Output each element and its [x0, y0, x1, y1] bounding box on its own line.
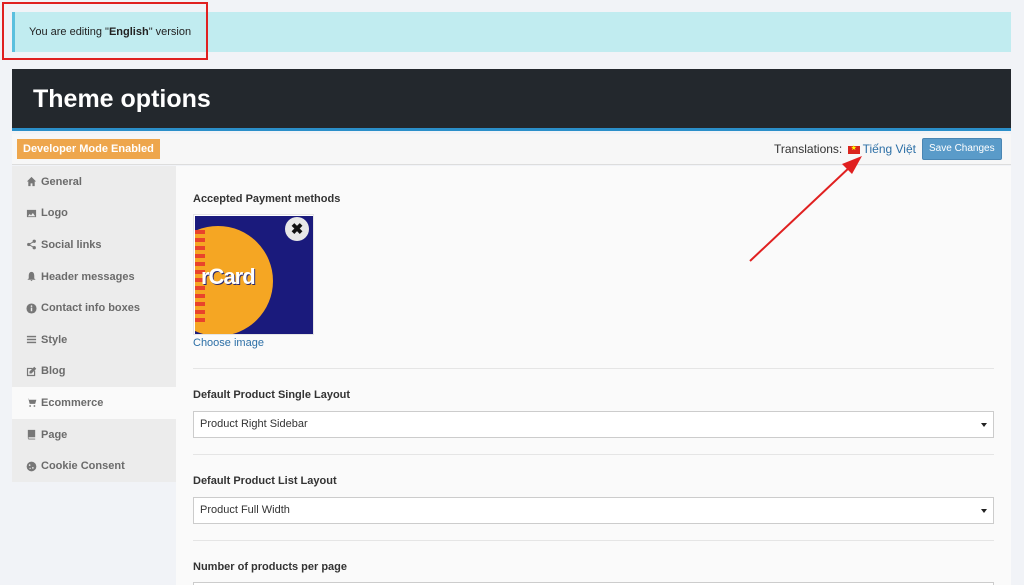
chevron-down-icon — [981, 423, 987, 427]
sidebar-item-label: Logo — [41, 207, 68, 220]
single-layout-label: Default Product Single Layout — [193, 389, 351, 401]
options-toolbar: Developer Mode Enabled Translations: Tiế… — [12, 134, 1011, 165]
single-layout-value: Product Right Sidebar — [200, 418, 308, 430]
products-per-page-label: Number of products per page — [193, 561, 348, 573]
choose-image-link[interactable]: Choose image — [193, 337, 264, 349]
sidebar-item-contact-info-boxes[interactable]: Contact info boxes — [12, 292, 176, 324]
sidebar-item-ecommerce[interactable]: Ecommerce — [12, 387, 176, 419]
sidebar-item-style[interactable]: Style — [12, 324, 176, 356]
sidebar-item-label: Ecommerce — [41, 396, 104, 409]
page-title: Theme options — [33, 85, 211, 113]
sidebar-item-blog[interactable]: Blog — [12, 356, 176, 388]
sidebar-item-label: Blog — [41, 365, 66, 378]
annotation-highlight-box — [2, 2, 208, 60]
payment-methods-label: Accepted Payment methods — [193, 193, 341, 205]
home-icon — [25, 176, 37, 188]
list-layout-select[interactable]: Product Full Width — [193, 497, 994, 524]
remove-image-button[interactable]: ✖ — [285, 217, 309, 241]
sidebar-item-label: Style — [41, 333, 68, 346]
sidebar-item-label: Cookie Consent — [41, 460, 125, 473]
translations: Translations: Tiếng Việt — [774, 142, 916, 156]
divider — [193, 368, 994, 369]
sidebar-item-label: Header messages — [41, 270, 135, 283]
cart-icon — [25, 397, 37, 409]
info-icon — [25, 302, 37, 314]
sidebar-item-logo[interactable]: Logo — [12, 198, 176, 230]
divider — [193, 540, 994, 541]
edit-icon — [25, 365, 37, 377]
translations-label: Translations: — [774, 142, 843, 156]
sidebar-item-cookie-consent[interactable]: Cookie Consent — [12, 450, 176, 482]
sidebar-item-label: Social links — [41, 238, 102, 251]
card-text: rCard — [201, 264, 256, 289]
cookie-icon — [25, 460, 37, 472]
save-changes-button[interactable]: Save Changes — [922, 138, 1002, 160]
sidebar-item-label: Contact info boxes — [41, 302, 141, 315]
translation-link-vietnamese[interactable]: Tiếng Việt — [863, 142, 916, 156]
sidebar-item-label: Page — [41, 428, 68, 441]
image-icon — [25, 207, 37, 219]
options-sidebar: General Logo Social links Header message… — [12, 166, 176, 482]
bars-icon — [25, 334, 37, 346]
sidebar-item-general[interactable]: General — [12, 166, 176, 198]
sidebar-item-page[interactable]: Page — [12, 419, 176, 451]
developer-mode-badge: Developer Mode Enabled — [17, 139, 160, 159]
share-icon — [25, 239, 37, 251]
book-icon — [25, 429, 37, 441]
divider — [193, 454, 994, 455]
close-icon: ✖ — [290, 221, 304, 238]
vietnam-flag-icon — [847, 144, 860, 154]
sidebar-item-social-links[interactable]: Social links — [12, 229, 176, 261]
list-layout-label: Default Product List Layout — [193, 475, 337, 487]
chevron-down-icon — [981, 509, 987, 513]
sidebar-item-label: General — [41, 175, 82, 188]
list-layout-value: Product Full Width — [200, 504, 290, 516]
page-header: Theme options — [12, 69, 1011, 131]
bell-icon — [25, 271, 37, 283]
single-layout-select[interactable]: Product Right Sidebar — [193, 411, 994, 438]
options-content: Accepted Payment methods rCard ✖ Choose … — [176, 166, 1011, 585]
sidebar-item-header-messages[interactable]: Header messages — [12, 261, 176, 293]
